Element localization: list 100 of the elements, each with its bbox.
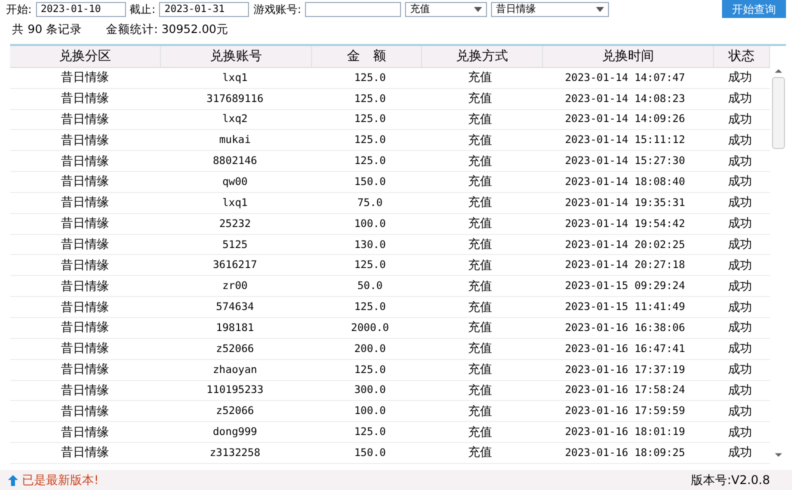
column-header[interactable]: 兑换方式 [422,46,543,67]
table-cell-text: 昔日情缘 [60,236,110,254]
table-cell-text: 2023-01-16 16:47:41 [564,342,686,357]
table-cell-text: 100.0 [353,404,387,420]
column-header[interactable]: 兑换账号 [161,46,312,67]
table-cell-text: 昔日情缘 [60,173,110,190]
table-cell-text: dong999 [212,425,258,440]
record-count: 共 90 条记录 [12,22,82,36]
table-cell-text: 昔日情缘 [60,402,110,420]
account-field[interactable] [305,2,402,16]
table-cell-text: 昔日情缘 [60,110,110,128]
table-cell-text: 5125 [221,238,249,253]
table-cell-text: 125.0 [353,362,387,378]
table-cell-text: 充值 [467,278,493,295]
table-cell-text: 充值 [467,382,493,399]
table-cell-text: 昔日情缘 [60,90,110,108]
amount-total: 金额统计: 30952.00元 [106,22,228,36]
table-cell-text: 充值 [467,340,493,358]
table-cell-text: 昔日情缘 [60,194,110,212]
table-cell-text: 昔日情缘 [60,152,110,170]
table-cell-text: 2023-01-16 18:09:25 [564,446,686,461]
table-cell-text: 充值 [467,69,493,86]
table-cell-text: 110195233 [206,383,264,398]
table-cell-text: 198181 [215,320,255,336]
table-cell-text: 125.0 [353,300,387,316]
account-label: 游戏账号: [253,2,302,16]
end-label: 截止: [130,2,156,16]
table-cell-text: z52066 [215,342,255,357]
type-dropdown[interactable]: 充值 [405,2,488,16]
table-cell-text: 昔日情缘 [60,278,110,295]
table-cell-text: 成功 [727,361,753,378]
end-date-field[interactable]: 2023-01-31 [159,2,250,16]
table-cell-text: 3616217 [212,258,258,274]
table-cell-text: 2023-01-14 18:08:40 [564,174,686,190]
table-cell-text: 充值 [467,402,493,420]
table-cell-text: 2023-01-14 14:08:23 [564,92,686,107]
table-cell-text: 充值 [467,90,493,108]
table-cell-text: 充值 [467,215,493,232]
table-cell-text: 2023-01-16 17:59:59 [564,404,686,420]
table-cell-text: 2023-01-14 15:27:30 [564,154,686,170]
start-label: 开始: [6,2,32,16]
table-cell-text: 2023-01-14 19:35:31 [564,196,686,211]
zone-dropdown[interactable]: 昔日情缘 [491,2,610,16]
table-cell-text: 昔日情缘 [60,256,110,274]
column-header[interactable]: 兑换时间 [543,46,714,67]
table-cell-text: 充值 [467,132,493,149]
table-cell-text: lxq2 [221,112,249,128]
table-cell-text: 300.0 [353,383,387,398]
table-cell-text: 125.0 [353,92,387,107]
table-cell-text: 充值 [467,256,493,274]
column-header[interactable]: 兑换分区 [10,46,161,67]
table-cell-text: 昔日情缘 [60,298,110,316]
table-cell-text: 昔日情缘 [60,424,110,441]
table-cell-text: 8802146 [212,154,258,170]
caret-icon [596,6,604,12]
table-cell-text: 成功 [727,256,753,274]
table-cell-text: 昔日情缘 [60,382,110,399]
table-cell-text: 成功 [727,215,753,232]
table-cell-text: 2023-01-14 15:11:12 [564,133,686,148]
table-cell-text: 充值 [467,444,493,462]
table-cell-text: 成功 [727,194,753,212]
table-cell-text: 成功 [727,90,753,108]
scroll-up-icon[interactable] [774,68,782,74]
table-cell-text: 2023-01-16 16:38:06 [564,320,686,336]
scroll-down-icon[interactable] [774,452,782,458]
table-cell-text: 成功 [727,402,753,420]
table-cell-text: 200.0 [353,342,387,357]
table-cell-text: 317689116 [206,92,264,107]
column-header[interactable]: 金 额 [312,46,422,67]
update-message: 已是最新版本! [22,472,99,488]
scroll-thumb[interactable] [772,77,784,149]
query-button[interactable]: 开始查询 [722,0,786,18]
table-cell-text: 125.0 [353,112,387,128]
table-cell-text: 成功 [727,110,753,128]
table-cell-text: qw00 [221,174,249,190]
table-cell-text: zhaoyan [212,362,258,378]
table-cell-text: 昔日情缘 [60,215,110,232]
table-cell-text: 成功 [727,236,753,254]
table-cell-text: 充值 [467,236,493,254]
table-cell-text: 125.0 [353,258,387,274]
table-cell-text: 50.0 [356,279,384,294]
table-cell-text: 150.0 [353,174,387,190]
table-cell-text: 100.0 [353,216,387,232]
table-cell-text: 2023-01-14 20:02:25 [564,238,686,253]
table-cell-text: 昔日情缘 [60,69,110,86]
table-cell-text: lxq1 [221,196,249,211]
table-cell-text: 2000.0 [350,320,390,336]
table-cell-text: 125.0 [353,133,387,148]
table-cell-text: 2023-01-16 17:37:19 [564,362,686,378]
table-cell-text: lxq1 [221,70,249,86]
table-cell-text: 成功 [727,298,753,316]
start-date-field[interactable]: 2023-01-10 [36,2,126,16]
version-label: 版本号:V2.0.8 [691,472,770,488]
table-cell-text: 昔日情缘 [60,319,110,336]
table-cell-text: 130.0 [353,238,387,253]
table-cell-text: 2023-01-14 20:27:18 [564,258,686,274]
table-cell-text: 充值 [467,152,493,170]
table-cell-text: 昔日情缘 [60,361,110,378]
table-cell-text: 充值 [467,298,493,316]
table-cell-text: 充值 [467,319,493,336]
